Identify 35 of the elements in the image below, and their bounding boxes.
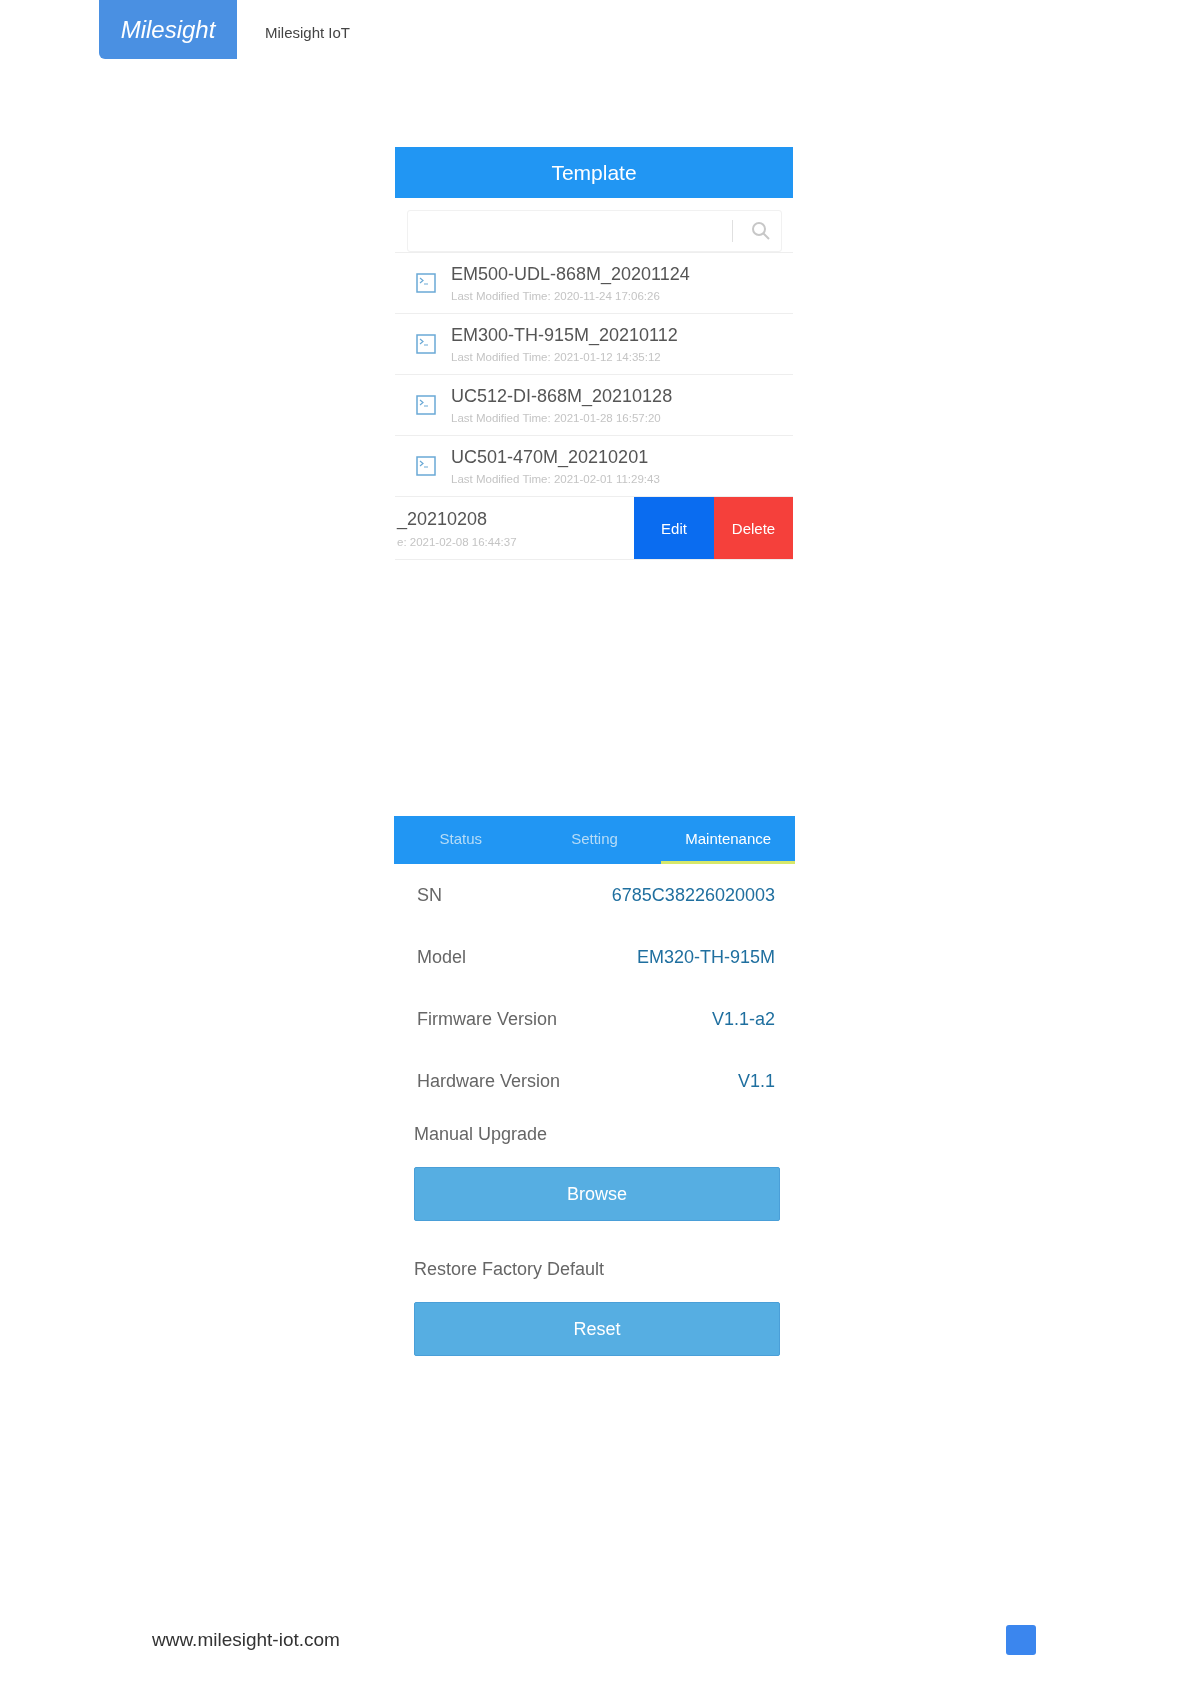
template-name[interactable]: EM300-TH-915M_20210112 [451,325,678,346]
search-icon[interactable] [751,221,771,241]
template-name[interactable]: _20210208 [397,508,634,530]
terminal-icon [416,273,436,293]
modified-time: Last Modified Time: 2021-01-28 16:57:20 [451,412,662,424]
terminal-icon [416,395,436,415]
field-value: V1.1 [737,1070,775,1092]
field-value: 6785C38226020003 [611,884,775,906]
edit-button[interactable]: Edit [634,497,714,559]
section-label: Manual Upgrade [414,1124,549,1145]
terminal-icon [416,334,436,354]
template-name[interactable]: EM500-UDL-868M_20201124 [451,264,690,285]
modified-time: Last Modified Time: 2021-02-01 11:29:43 [451,473,660,485]
title-bar: Template [395,147,793,198]
page-square [1006,1625,1036,1655]
modified-time: Last Modified Time: 2020-11-24 17:06:26 [451,290,661,302]
template-name[interactable]: UC501-470M_20210201 [451,447,660,468]
field-label: Firmware Version [417,1008,558,1030]
field-label: SN [417,884,442,906]
field-value: EM320-TH-915M [636,946,775,968]
delete-button[interactable]: Delete [714,497,793,559]
terminal-icon [416,456,436,476]
tab[interactable]: Maintenance [661,816,795,864]
field-label: Model [417,946,467,968]
search-field[interactable] [407,210,782,252]
company-name: Milesight IoT [265,23,351,41]
browse-button[interactable]: Browse [414,1167,780,1221]
template-name[interactable]: UC512-DI-868M_20210128 [451,386,673,407]
website-url: www.milesight-iot.com [152,1629,340,1651]
reset-button[interactable]: Reset [414,1302,780,1356]
logo: Milesight [99,0,237,59]
field-label: Hardware Version [417,1070,561,1092]
section-label: Restore Factory Default [414,1259,606,1280]
field-value: V1.1-a2 [711,1008,775,1030]
modified-time: Last Modified Time: 2021-01-12 14:35:12 [451,351,662,363]
